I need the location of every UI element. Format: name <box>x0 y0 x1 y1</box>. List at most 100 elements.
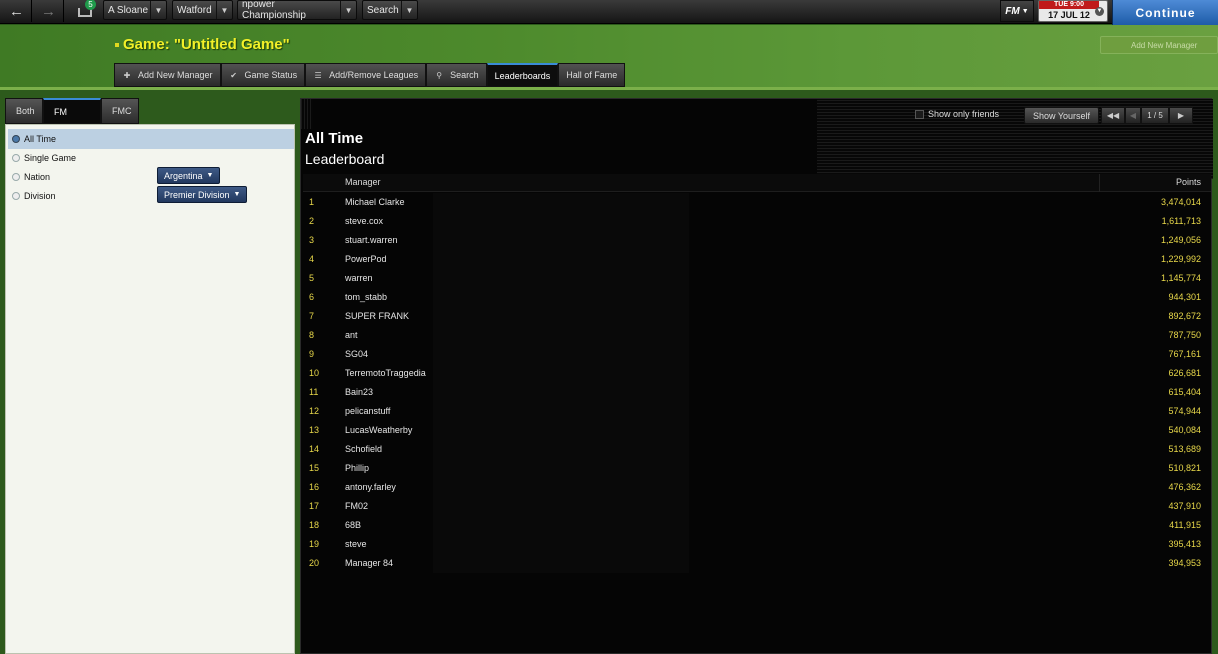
table-row[interactable]: 5 warren 1,145,774 <box>303 269 1211 288</box>
points-cell: 1,145,774 <box>1160 273 1201 283</box>
manager-name-cell: SUPER FRANK <box>345 311 410 321</box>
manager-name-cell: TerremotoTraggedia <box>345 368 426 378</box>
table-row[interactable]: 1 Michael Clarke 3,474,014 <box>303 193 1211 212</box>
date-day: TUE 9:00 <box>1039 1 1099 9</box>
points-cell: 1,249,056 <box>1160 235 1201 245</box>
column-header-points[interactable]: Points <box>1176 177 1201 187</box>
rank-cell: 2 <box>309 216 315 226</box>
check-icon: ✔ <box>230 70 237 80</box>
manager-name-cell: Michael Clarke <box>345 197 405 207</box>
rank-cell: 11 <box>309 387 319 397</box>
leaderboard-title: All Time <box>305 130 364 147</box>
table-row[interactable]: 11 Bain23 615,404 <box>303 383 1211 402</box>
tab-add-remove-leagues[interactable]: ☰ Add/Remove Leagues <box>305 63 427 87</box>
table-row[interactable]: 4 PowerPod 1,229,992 <box>303 250 1211 269</box>
back-arrow-icon[interactable]: ← <box>2 0 32 22</box>
fm-menu-button[interactable]: FM ▼ <box>1000 0 1034 22</box>
radio-icon <box>12 173 20 181</box>
table-row[interactable]: 9 SG04 767,161 <box>303 345 1211 364</box>
tab-both[interactable]: Both <box>5 98 43 124</box>
rank-cell: 8 <box>309 330 315 340</box>
nation-select[interactable]: Argentina ▼ <box>157 167 221 184</box>
radio-icon <box>12 192 20 200</box>
forward-arrow-icon[interactable]: → <box>34 0 64 22</box>
division-select[interactable]: Premier Division ▼ <box>157 186 248 203</box>
rank-cell: 7 <box>309 311 315 321</box>
tab-fm[interactable]: FM <box>43 98 101 124</box>
search-dropdown[interactable]: Search ▼ <box>362 0 418 20</box>
manager-name-cell: stuart.warren <box>345 235 398 245</box>
table-row[interactable]: 17 FM02 437,910 <box>303 497 1211 516</box>
continue-button[interactable]: Continue <box>1112 0 1218 26</box>
table-row[interactable]: 6 tom_stabb 944,301 <box>303 288 1211 307</box>
manager-name-cell: antony.farley <box>345 482 396 492</box>
points-cell: 574,944 <box>1168 406 1201 416</box>
table-row[interactable]: 14 Schofield 513,689 <box>303 440 1211 459</box>
manager-name-cell: SG04 <box>345 349 369 359</box>
show-yourself-button[interactable]: Show Yourself <box>1024 107 1100 124</box>
nation-value: Argentina <box>164 170 203 181</box>
manager-label: A Sloane <box>108 4 149 16</box>
option-division[interactable]: Division <box>8 186 294 206</box>
first-page-icon[interactable]: ◀◀ <box>1101 107 1125 124</box>
rank-cell: 4 <box>309 254 315 264</box>
radio-icon <box>12 154 20 162</box>
next-page-icon[interactable]: ▶ <box>1169 107 1193 124</box>
table-row[interactable]: 19 steve 395,413 <box>303 535 1211 554</box>
table-row[interactable]: 18 68B 411,915 <box>303 516 1211 535</box>
inbox-button[interactable]: 5 <box>76 0 96 20</box>
search-label: Search <box>367 4 399 16</box>
rank-cell: 17 <box>309 501 320 511</box>
table-row[interactable]: 16 antony.farley 476,362 <box>303 478 1211 497</box>
table-row[interactable]: 15 Phillip 510,821 <box>303 459 1211 478</box>
points-cell: 944,301 <box>1168 292 1201 302</box>
tab-label: Search <box>450 70 479 80</box>
pager: ◀◀ ◀ 1 / 5 ▶ <box>1101 107 1193 124</box>
manager-name-cell: LucasWeatherby <box>345 425 413 435</box>
tab-search[interactable]: ⚲ Search <box>426 63 487 87</box>
tab-fmc[interactable]: FMC <box>101 98 139 124</box>
option-nation[interactable]: Nation <box>8 167 294 187</box>
club-dropdown[interactable]: Watford ▼ <box>172 0 233 20</box>
table-row[interactable]: 10 TerremotoTraggedia 626,681 <box>303 364 1211 383</box>
option-single-game[interactable]: Single Game <box>8 148 294 168</box>
tab-hall-of-fame[interactable]: Hall of Fame <box>558 63 626 87</box>
tab-label: Add New Manager <box>138 70 213 80</box>
show-friends-label: Show only friends <box>928 109 1000 119</box>
tab-game-status[interactable]: ✔ Game Status <box>220 63 306 87</box>
chevron-down-icon: ▼ <box>1095 7 1104 16</box>
manager-dropdown[interactable]: A Sloane ▼ <box>103 0 167 20</box>
add-user-icon: ✚ <box>123 70 131 80</box>
option-all-time[interactable]: All Time <box>8 129 294 149</box>
points-cell: 411,915 <box>1169 520 1201 530</box>
top-bar: ← → 5 A Sloane ▼ Watford ▼ npower Champi… <box>0 0 1218 26</box>
column-header-manager[interactable]: Manager <box>345 177 381 187</box>
table-row[interactable]: 20 Manager 84 394,953 <box>303 554 1211 573</box>
chevron-down-icon: ▼ <box>216 1 232 19</box>
date-box[interactable]: TUE 9:00 17 JUL 12 ▼ <box>1038 0 1108 22</box>
fm-label: FM <box>1005 5 1020 17</box>
points-cell: 787,750 <box>1168 330 1201 340</box>
leaderboard-subtitle: Leaderboard <box>305 151 385 167</box>
points-cell: 1,229,992 <box>1160 254 1201 264</box>
tab-add-new-manager[interactable]: ✚ Add New Manager <box>114 63 221 87</box>
table-row[interactable]: 3 stuart.warren 1,249,056 <box>303 231 1211 250</box>
table-row[interactable]: 12 pelicanstuff 574,944 <box>303 402 1211 421</box>
competition-dropdown[interactable]: npower Championship ▼ <box>237 0 357 21</box>
list-icon: ☰ <box>314 70 322 80</box>
show-friends-checkbox[interactable]: Show only friends <box>915 109 999 119</box>
manager-name-cell: ant <box>345 330 358 340</box>
rank-cell: 1 <box>309 197 315 207</box>
tab-leaderboards[interactable]: Leaderboards <box>486 63 559 87</box>
table-row[interactable]: 2 steve.cox 1,611,713 <box>303 212 1211 231</box>
manager-name-cell: FM02 <box>345 501 369 511</box>
table-row[interactable]: 13 LucasWeatherby 540,084 <box>303 421 1211 440</box>
option-label: Single Game <box>24 153 77 163</box>
rank-cell: 3 <box>309 235 315 245</box>
points-cell: 892,672 <box>1168 311 1201 321</box>
rank-cell: 14 <box>309 444 320 454</box>
add-manager-header-button[interactable]: Add New Manager <box>1100 36 1218 54</box>
previous-page-icon[interactable]: ◀ <box>1125 107 1141 124</box>
table-row[interactable]: 8 ant 787,750 <box>303 326 1211 345</box>
table-row[interactable]: 7 SUPER FRANK 892,672 <box>303 307 1211 326</box>
